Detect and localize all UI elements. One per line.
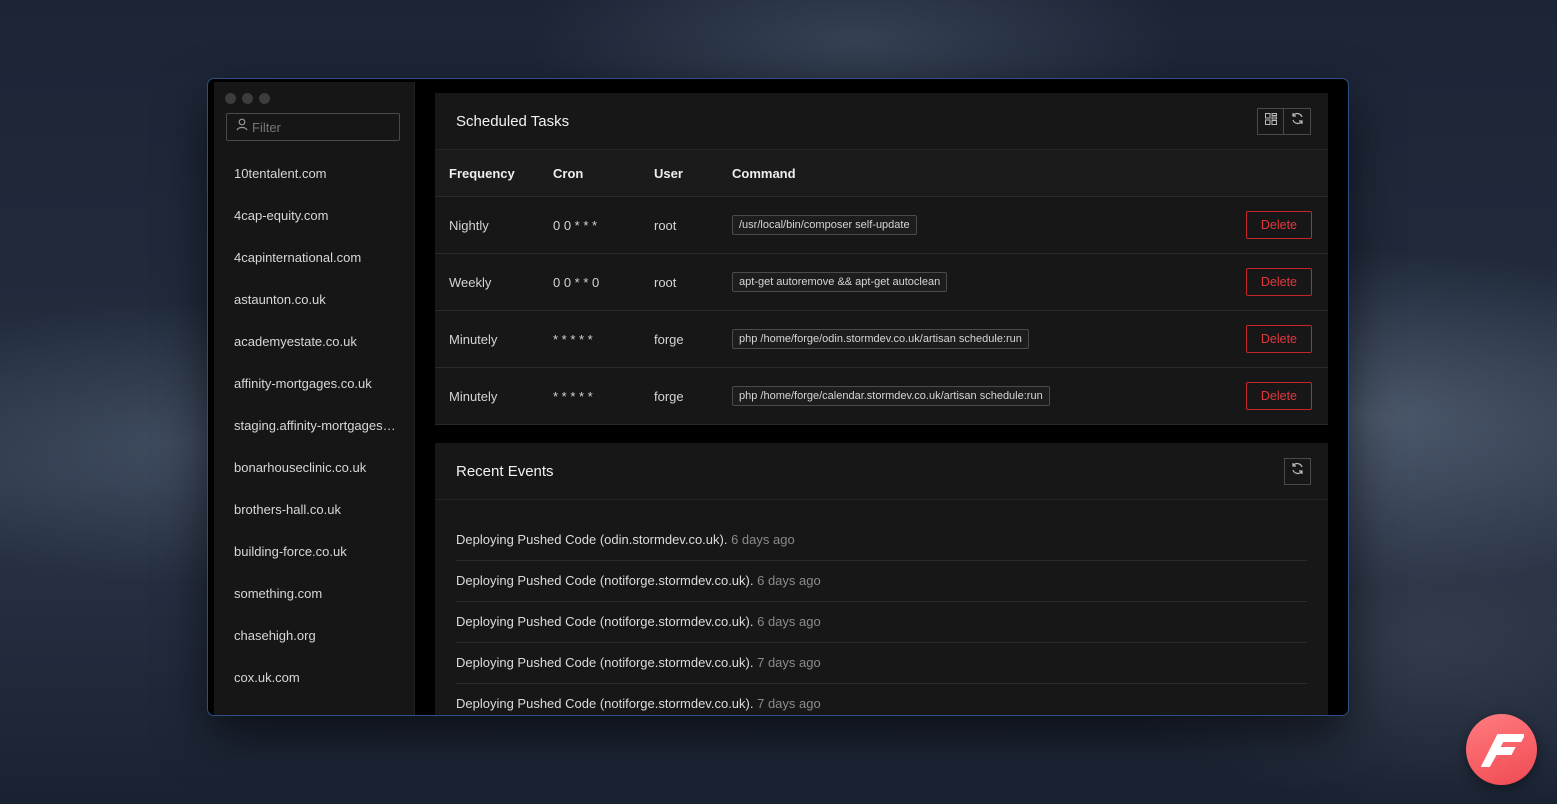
site-list-item[interactable]: 10tentalent.com [214, 153, 399, 195]
recent-events-title: Recent Events [456, 462, 554, 480]
scheduled-tasks-panel: Scheduled Tasks Frequency Cron User Comm… [435, 93, 1328, 425]
site-list-item[interactable]: something.com [214, 573, 399, 615]
view-toggle-button[interactable] [1257, 107, 1284, 135]
task-cron: 0 0 * * * [553, 196, 654, 254]
site-list-item[interactable]: 4capinternational.com [214, 237, 399, 279]
recent-events-header: Recent Events [435, 443, 1328, 500]
site-list-item[interactable]: affinity-mortgages.co.uk [214, 363, 399, 405]
grid-layout-icon [1264, 112, 1277, 130]
task-command-cell: php /home/forge/odin.stormdev.co.uk/arti… [732, 310, 1206, 368]
task-user: forge [654, 367, 732, 425]
task-command: php /home/forge/calendar.stormdev.co.uk/… [732, 386, 1050, 406]
event-text: Deploying Pushed Code (odin.stormdev.co.… [456, 532, 728, 547]
task-user: root [654, 196, 732, 254]
frequency-column-header: Frequency [435, 150, 553, 197]
task-frequency: Minutely [435, 310, 553, 368]
site-list-item[interactable]: 4cap-equity.com [214, 195, 399, 237]
zoom-window-button[interactable] [259, 93, 270, 104]
filter-box [226, 113, 400, 141]
task-command: apt-get autoremove && apt-get autoclean [732, 272, 948, 292]
task-actions-cell: Delete [1205, 367, 1328, 425]
refresh-events-button[interactable] [1284, 457, 1311, 485]
site-list-item[interactable]: bonarhouseclinic.co.uk [214, 447, 399, 489]
event-item: Deploying Pushed Code (notiforge.stormde… [456, 643, 1307, 684]
task-cron: * * * * * [553, 367, 654, 425]
event-time: 6 days ago [757, 614, 821, 629]
table-header-row: Frequency Cron User Command [435, 150, 1328, 197]
main-content: Scheduled Tasks Frequency Cron User Comm… [435, 93, 1328, 715]
minimize-window-button[interactable] [242, 93, 253, 104]
task-actions-cell: Delete [1205, 196, 1328, 254]
app-window: 10tentalent.com4cap-equity.com4capintern… [208, 79, 1348, 715]
task-frequency: Nightly [435, 196, 553, 254]
forge-logo-icon [1466, 714, 1537, 785]
task-frequency: Weekly [435, 253, 553, 311]
event-time: 6 days ago [731, 532, 795, 547]
scheduled-tasks-title: Scheduled Tasks [456, 112, 570, 130]
refresh-tasks-button[interactable] [1284, 107, 1311, 135]
task-command: /usr/local/bin/composer self-update [732, 215, 917, 235]
event-text: Deploying Pushed Code (notiforge.stormde… [456, 696, 754, 711]
task-row: Weekly 0 0 * * 0 root apt-get autoremove &&… [435, 253, 1328, 311]
user-column-header: User [654, 150, 732, 197]
event-text: Deploying Pushed Code (notiforge.stormde… [456, 573, 754, 588]
site-list: 10tentalent.com 4cap-equity.com 4capintern… [214, 153, 414, 699]
site-list-item[interactable]: cox.uk.com [214, 657, 399, 699]
task-cron: 0 0 * * 0 [553, 253, 654, 311]
delete-task-button[interactable]: Delete [1245, 211, 1312, 239]
command-column-header: Command [732, 150, 1206, 197]
event-item: Deploying Pushed Code (notiforge.stormde… [456, 684, 1307, 715]
task-command-cell: php /home/forge/calendar.stormdev.co.uk/… [732, 367, 1206, 425]
event-time: 7 days ago [757, 696, 821, 711]
refresh-icon [1291, 462, 1304, 480]
scheduled-tasks-table: Frequency Cron User Command Nightly 0 0 *… [435, 150, 1328, 425]
event-time: 6 days ago [757, 573, 821, 588]
task-actions-cell: Delete [1205, 310, 1328, 368]
task-row: Minutely * * * * * forge php /home/forge/ca… [435, 367, 1328, 425]
site-list-item[interactable]: astaunton.co.uk [214, 279, 399, 321]
task-user: forge [654, 310, 732, 368]
close-window-button[interactable] [225, 93, 236, 104]
delete-task-button[interactable]: Delete [1245, 325, 1312, 353]
scheduled-tasks-header: Scheduled Tasks [435, 93, 1328, 150]
task-row: Minutely * * * * * forge php /home/forge/od… [435, 310, 1328, 368]
task-actions-cell: Delete [1205, 253, 1328, 311]
actions-column-header [1205, 150, 1328, 197]
event-item: Deploying Pushed Code (notiforge.stormde… [456, 561, 1307, 602]
site-list-item[interactable]: brothers-hall.co.uk [214, 489, 399, 531]
site-list-item[interactable]: academyestate.co.uk [214, 321, 399, 363]
window-controls [225, 93, 270, 104]
task-command-cell: apt-get autoremove && apt-get autoclean [732, 253, 1206, 311]
delete-task-button[interactable]: Delete [1245, 268, 1312, 296]
refresh-icon [1291, 112, 1304, 130]
event-time: 7 days ago [757, 655, 821, 670]
event-item: Deploying Pushed Code (notiforge.stormde… [456, 602, 1307, 643]
site-list-item[interactable]: building-force.co.uk [214, 531, 399, 573]
filter-input[interactable] [252, 119, 392, 135]
task-command: php /home/forge/odin.stormdev.co.uk/arti… [732, 329, 1029, 349]
recent-events-panel: Recent Events Deploying Pushed Code (odi… [435, 443, 1328, 715]
scheduled-tasks-actions [1257, 107, 1311, 135]
sidebar: 10tentalent.com4cap-equity.com4capintern… [214, 82, 415, 715]
event-item: Deploying Pushed Code (odin.stormdev.co.… [456, 520, 1307, 561]
task-frequency: Minutely [435, 367, 553, 425]
delete-task-button[interactable]: Delete [1245, 382, 1312, 410]
event-text: Deploying Pushed Code (notiforge.stormde… [456, 614, 754, 629]
user-icon [236, 118, 248, 136]
task-row: Nightly 0 0 * * * root/usr/local/bin/compo… [435, 196, 1328, 254]
site-list-item[interactable]: staging.affinity-mortgages.c... [214, 405, 399, 447]
site-list-item[interactable]: chasehigh.org [214, 615, 399, 657]
event-text: Deploying Pushed Code (notiforge.stormde… [456, 655, 754, 670]
task-user: root [654, 253, 732, 311]
cron-column-header: Cron [553, 150, 654, 197]
event-list: Deploying Pushed Code (odin.stormdev.co.… [435, 500, 1328, 715]
task-command-cell: /usr/local/bin/composer self-update [732, 196, 1206, 254]
task-cron: * * * * * [553, 310, 654, 368]
